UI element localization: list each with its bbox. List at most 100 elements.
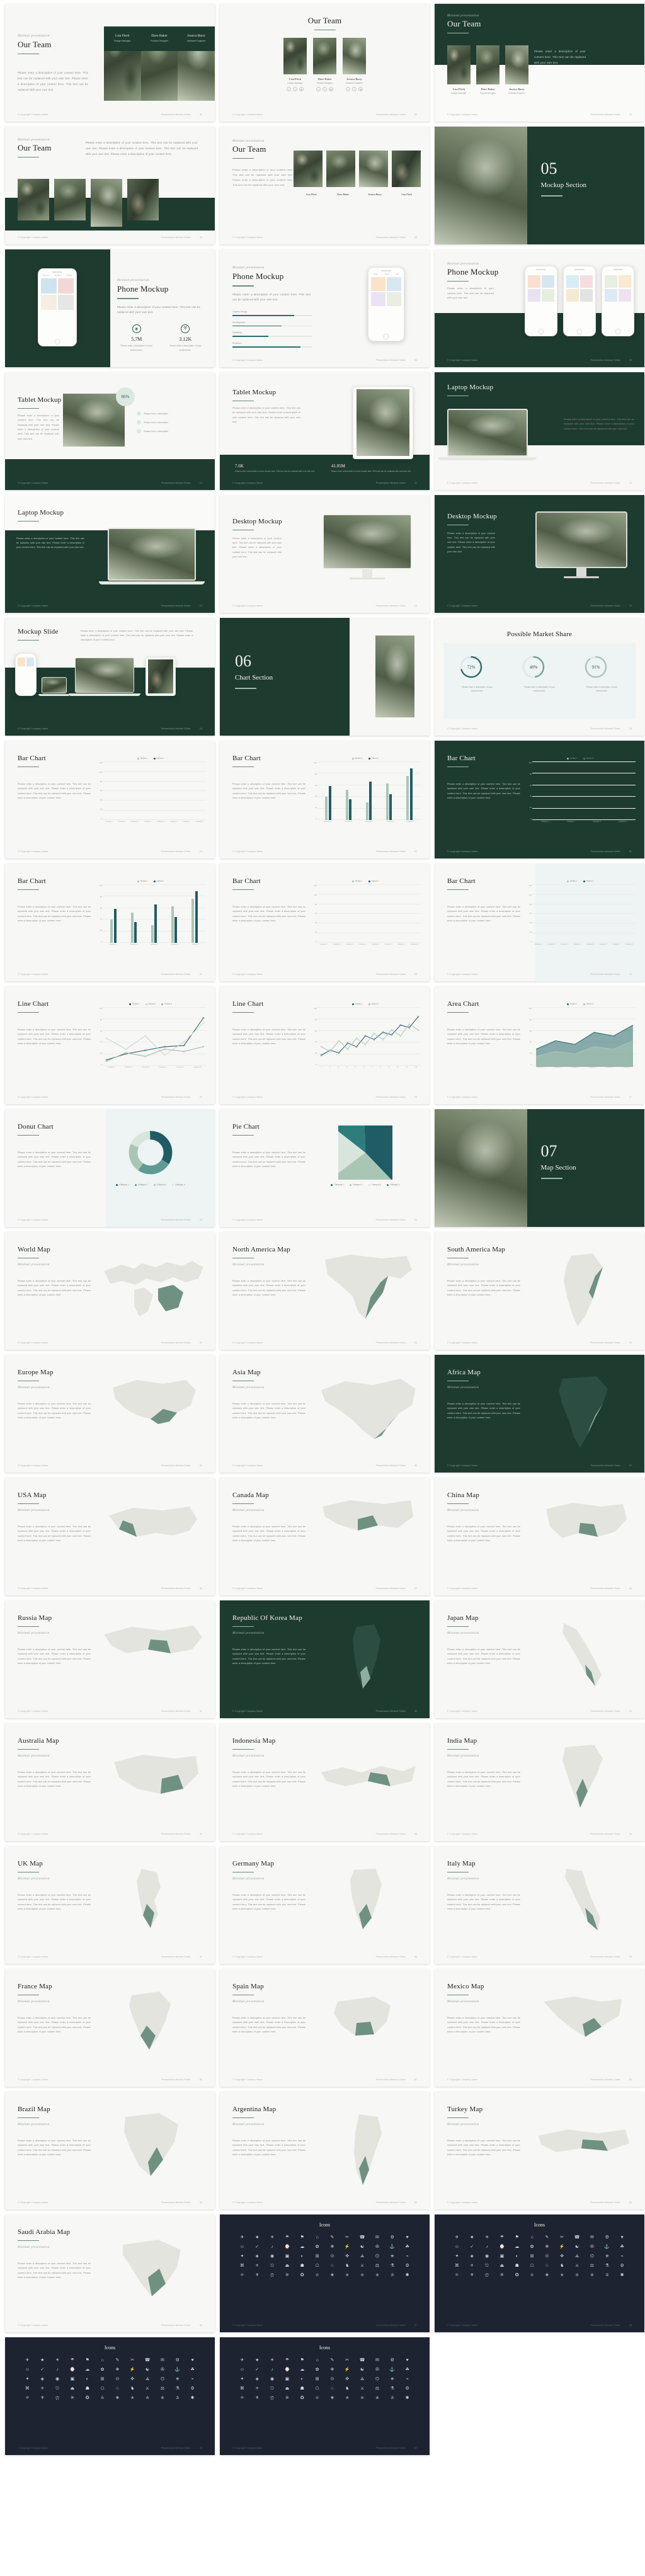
icon-glyph[interactable]: ✈ xyxy=(21,2357,33,2363)
icon-glyph[interactable]: ✪ xyxy=(511,2272,523,2278)
icon-glyph[interactable]: ✯ xyxy=(157,2395,169,2401)
icon-glyph[interactable]: ⚔ xyxy=(142,2386,154,2391)
icon-glyph[interactable]: ♞ xyxy=(127,2386,139,2391)
slide-desktop-mockup-dark[interactable]: Desktop Mockup Please enter a descriptio… xyxy=(435,495,644,613)
facebook-icon[interactable]: f xyxy=(316,87,321,92)
icon-glyph[interactable]: ⌚ xyxy=(282,2367,294,2373)
icon-glyph[interactable]: ⚙ xyxy=(186,2386,198,2391)
icon-glyph[interactable]: ◉ xyxy=(266,2254,278,2259)
icon-glyph[interactable]: ♘ xyxy=(111,2386,123,2391)
icon-glyph[interactable]: ◐ xyxy=(296,2376,308,2382)
icon-glyph[interactable]: ☘ xyxy=(401,2244,413,2250)
icon-glyph[interactable]: ♘ xyxy=(326,2263,338,2269)
icon-glyph[interactable]: ⌁ xyxy=(401,2376,413,2382)
icon-glyph[interactable]: ⚓ xyxy=(601,2244,613,2250)
map-graphic[interactable] xyxy=(98,1983,208,2066)
icon-glyph[interactable]: ☁ xyxy=(296,2244,308,2250)
icon-glyph[interactable]: ⎈ xyxy=(171,2376,183,2382)
slide-map-uk[interactable]: UK Map Minimal presentation Please enter… xyxy=(5,1846,215,1964)
icon-glyph[interactable]: ⌬ xyxy=(372,2254,384,2259)
icon-glyph[interactable]: ⚡ xyxy=(341,2244,353,2250)
icon-glyph[interactable]: ★ xyxy=(251,2357,263,2363)
icon-glyph[interactable]: ✈ xyxy=(451,2235,463,2240)
icon-glyph[interactable]: ☎ xyxy=(357,2235,368,2240)
icon-glyph[interactable]: ❄ xyxy=(326,2367,338,2373)
icon-glyph[interactable]: ⊙ xyxy=(111,2376,123,2382)
icon-glyph[interactable]: ⚞ xyxy=(282,2272,294,2278)
icon-glyph[interactable]: ⚝ xyxy=(481,2272,493,2278)
slide-section-divider-chart[interactable]: 06 Chart Section xyxy=(220,618,430,736)
icon-glyph[interactable]: ✰ xyxy=(386,2395,398,2401)
icon-glyph[interactable]: ✜ xyxy=(127,2376,139,2382)
slide-area[interactable]: Area Chart Please enter a description of… xyxy=(435,986,644,1104)
icon-glyph[interactable]: ⚖ xyxy=(372,2386,384,2391)
icon-glyph[interactable]: ✉ xyxy=(372,2357,384,2363)
icon-glyph[interactable]: ✦ xyxy=(236,2376,248,2382)
icon-glyph[interactable]: ⚡ xyxy=(127,2367,139,2373)
icon-glyph[interactable]: ☗ xyxy=(296,2263,308,2269)
slide-map-saudi[interactable]: Saudi Arabia Map Minimal presentation Pl… xyxy=(5,2214,215,2332)
icon-glyph[interactable]: ⚔ xyxy=(357,2386,368,2391)
icon-glyph[interactable]: ☀ xyxy=(481,2235,493,2240)
icon-glyph[interactable]: ✎ xyxy=(326,2235,338,2240)
icon-glyph[interactable]: ✭ xyxy=(127,2395,139,2401)
slide-icons[interactable]: Icons ✈ ★ ☀ ☂ ⚑ ⌂ ✎ ✂ ☎ ✉ ⚙ ♥ ☺ ✓ ♪ ⌚ ☁ ✿ ❄ ⚡ ☯ ✇ ⚓ ☘ ✦ ◈ ◉ ▣ ◐ ⊞ ⊙ ✜ ⟁ ⌬… xyxy=(435,2214,644,2332)
icon-glyph[interactable]: ✱ xyxy=(616,2272,628,2278)
icon-glyph[interactable]: ☂ xyxy=(496,2235,508,2240)
slide-bar_stacked[interactable]: Bar Chart Please enter a description of … xyxy=(5,741,215,858)
icon-glyph[interactable]: ⌂ xyxy=(311,2235,323,2240)
icon-glyph[interactable]: ⚔ xyxy=(357,2263,368,2269)
slide-laptop-mockup-split[interactable]: Laptop Mockup Please enter a description… xyxy=(5,495,215,613)
slide-laptop-mockup-dark[interactable]: Laptop Mockup Please enter a description… xyxy=(435,372,644,490)
icon-glyph[interactable]: ⊞ xyxy=(311,2376,323,2382)
icon-glyph[interactable]: ⚖ xyxy=(157,2386,169,2391)
icon-glyph[interactable]: ⌂ xyxy=(311,2357,323,2363)
icon-glyph[interactable]: ⟁ xyxy=(357,2376,368,2382)
icon-glyph[interactable]: ✈ xyxy=(236,2235,248,2240)
icon-glyph[interactable]: ⊙ xyxy=(541,2254,553,2259)
slide-bar_stacked[interactable]: Bar Chart Please enter a description of … xyxy=(220,863,430,981)
icon-glyph[interactable]: ☂ xyxy=(282,2235,294,2240)
map-graphic[interactable] xyxy=(527,1491,638,1575)
icon-glyph[interactable]: ⚡ xyxy=(341,2367,353,2373)
icon-glyph[interactable]: ⌘ xyxy=(236,2386,248,2391)
icon-glyph[interactable]: ✬ xyxy=(111,2395,123,2401)
icon-glyph[interactable]: ✬ xyxy=(541,2272,553,2278)
icon-glyph[interactable]: ⌘ xyxy=(451,2263,463,2269)
team-card[interactable]: Jessica Barry Software Engineer f t ◉ xyxy=(343,38,366,92)
team-card[interactable]: Lisa Fleck Design Manager xyxy=(447,45,471,94)
icon-glyph[interactable]: ☂ xyxy=(282,2357,294,2363)
icon-glyph[interactable]: ⚛ xyxy=(451,2272,463,2278)
icon-glyph[interactable]: ✂ xyxy=(341,2357,353,2363)
icon-glyph[interactable]: ⏏ xyxy=(67,2386,79,2391)
icon-glyph[interactable]: ⌬ xyxy=(586,2254,598,2259)
icon-glyph[interactable]: ⚝ xyxy=(266,2272,278,2278)
icon-glyph[interactable]: ♘ xyxy=(541,2263,553,2269)
icon-glyph[interactable]: ◐ xyxy=(81,2376,93,2382)
icon-glyph[interactable]: ⏏ xyxy=(282,2386,294,2391)
icon-glyph[interactable]: ✮ xyxy=(142,2395,154,2401)
team-card[interactable]: Dave Baker Product Designer xyxy=(476,45,499,94)
icon-glyph[interactable]: ⚜ xyxy=(251,2272,263,2278)
icon-glyph[interactable]: ✦ xyxy=(236,2254,248,2259)
icon-glyph[interactable]: ⟁ xyxy=(571,2254,583,2259)
slide-desktop-mockup-light[interactable]: Desktop Mockup Please enter a descriptio… xyxy=(220,495,430,613)
icon-glyph[interactable]: ☺ xyxy=(451,2244,463,2250)
slide-map-spain[interactable]: Spain Map Minimal presentation Please en… xyxy=(220,1969,430,2087)
icon-glyph[interactable]: ✯ xyxy=(372,2395,384,2401)
icon-glyph[interactable]: ⚗ xyxy=(386,2263,398,2269)
icon-glyph[interactable]: ✿ xyxy=(526,2244,538,2250)
icon-glyph[interactable]: ☖ xyxy=(96,2386,108,2391)
icon-glyph[interactable]: ◐ xyxy=(296,2254,308,2259)
icon-glyph[interactable]: ✇ xyxy=(157,2367,169,2373)
facebook-icon[interactable]: f xyxy=(346,87,350,92)
instagram-icon[interactable]: ◉ xyxy=(299,87,304,92)
icon-glyph[interactable]: ⚝ xyxy=(266,2395,278,2401)
map-graphic[interactable] xyxy=(98,1491,208,1575)
icon-glyph[interactable]: ⚑ xyxy=(81,2357,93,2363)
icon-glyph[interactable]: ⊙ xyxy=(326,2254,338,2259)
slide-our-team-cards[interactable]: Our Team Lisa Fleck Design Manager f t ◉ D… xyxy=(220,4,430,122)
map-graphic[interactable] xyxy=(312,1983,423,2066)
twitter-icon[interactable]: t xyxy=(293,87,297,92)
icon-glyph[interactable]: ♞ xyxy=(341,2386,353,2391)
